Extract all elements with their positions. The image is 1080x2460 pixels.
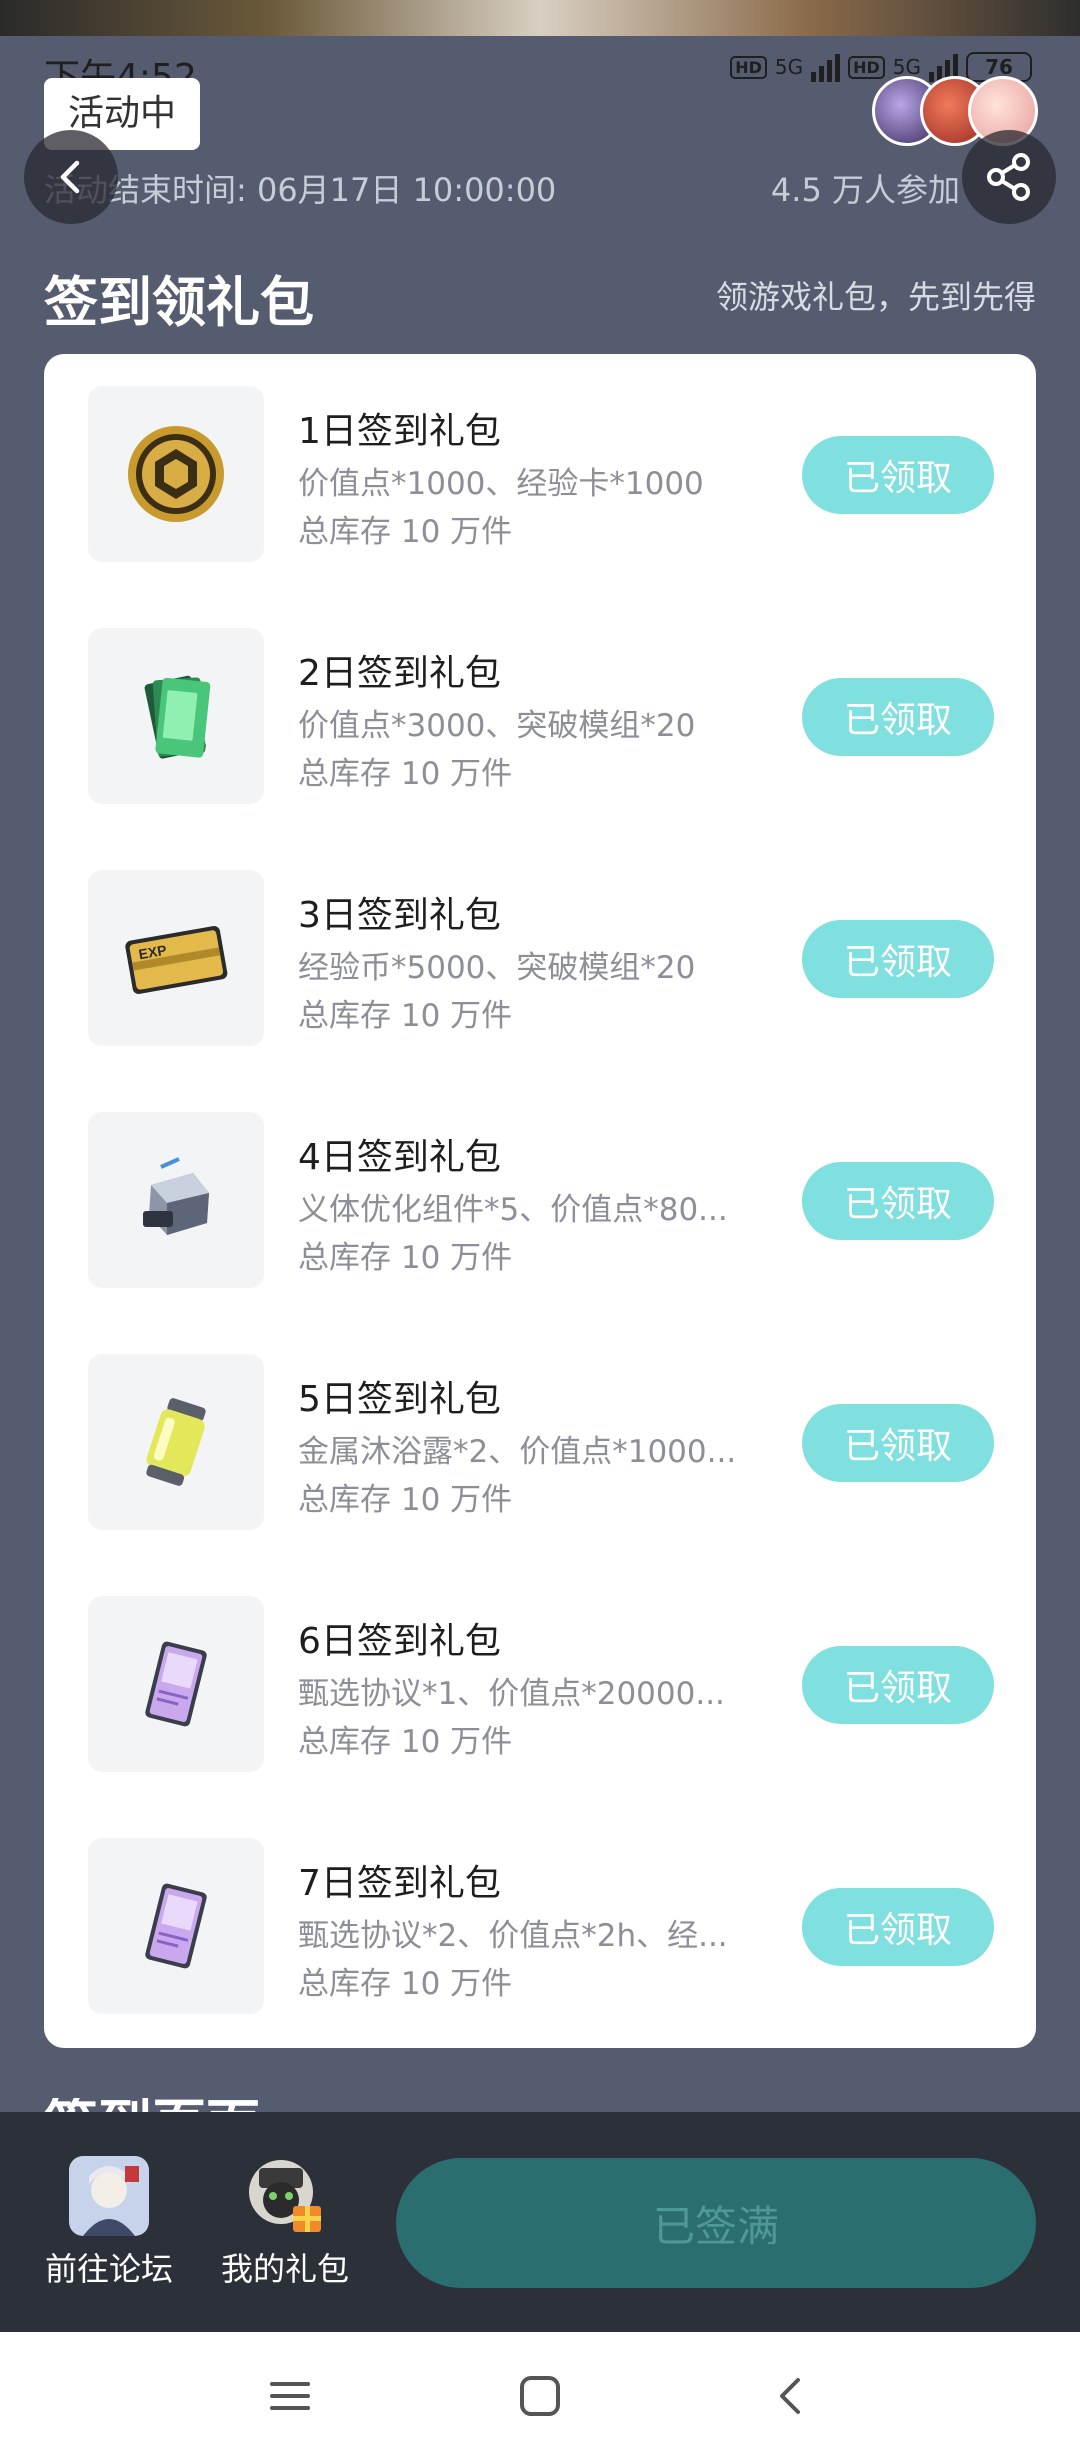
gift-title: 5日签到礼包 [298, 1379, 501, 1420]
menu-icon [270, 2382, 310, 2410]
forum-link[interactable]: 前往论坛 [34, 2156, 184, 2290]
gift-description: 经验币*5000、突破模组*20 [298, 950, 696, 986]
gift-stock: 总库存 10 万件 [298, 514, 513, 550]
green-card-stack-icon [144, 675, 211, 759]
gift-title: 6日签到礼包 [298, 1621, 501, 1662]
gift-row-day7: 7日签到礼包 甄选协议*2、价值点*2h、经... 总库存 10 万件 已领取 [44, 1806, 1036, 2048]
back-button[interactable] [24, 130, 118, 224]
gift-title: 4日签到礼包 [298, 1137, 501, 1178]
share-button[interactable] [962, 130, 1056, 224]
gift-description: 甄选协议*2、价值点*2h、经... [298, 1918, 728, 1954]
signal-icon [811, 52, 841, 82]
claimed-button[interactable]: 已领取 [802, 1404, 994, 1482]
gift-row-day1: 1日签到礼包 价值点*1000、经验卡*1000 总库存 10 万件 已领取 [44, 354, 1036, 596]
hd-icon-2: HD [848, 55, 885, 79]
gift-thumb [88, 1596, 264, 1772]
gift-thumb [88, 1838, 264, 2014]
bottom-action-bar: 前往论坛 我的礼包 已签满 [0, 2112, 1080, 2332]
home-square-icon [520, 2376, 560, 2416]
gift-stock: 总库存 10 万件 [298, 1482, 513, 1518]
my-gifts-link[interactable]: 我的礼包 [210, 2156, 360, 2290]
gift-thumb [88, 1112, 264, 1288]
forum-icon [69, 2156, 149, 2236]
gift-thumb [88, 1354, 264, 1530]
section-title: 签到领礼包 [44, 271, 314, 334]
hd-icon: HD [730, 55, 767, 79]
back-triangle-icon [780, 2378, 800, 2414]
gift-stock: 总库存 10 万件 [298, 1966, 513, 2002]
gift-row-day6: 6日签到礼包 甄选协议*1、价值点*20000... 总库存 10 万件 已领取 [44, 1564, 1036, 1806]
exp-card-icon: EXP [125, 925, 228, 994]
menu-button[interactable] [260, 2366, 320, 2426]
gift-description: 价值点*1000、经验卡*1000 [298, 466, 704, 502]
gift-description: 金属沐浴露*2、价值点*1000... [298, 1434, 737, 1470]
gift-stock: 总库存 10 万件 [298, 756, 513, 792]
gift-thumb [88, 628, 264, 804]
gift-list-card: 1日签到礼包 价值点*1000、经验卡*1000 总库存 10 万件 已领取 2… [44, 354, 1036, 2048]
network-label: 5G [774, 55, 804, 79]
gift-row-day5: 5日签到礼包 金属沐浴露*2、价值点*1000... 总库存 10 万件 已领取 [44, 1322, 1036, 1564]
system-back-button[interactable] [760, 2366, 820, 2426]
gift-thumb [88, 386, 264, 562]
gift-row-day4: 4日签到礼包 义体优化组件*5、价值点*80... 总库存 10 万件 已领取 [44, 1080, 1036, 1322]
claimed-button[interactable]: 已领取 [802, 1888, 994, 1966]
forum-label: 前往论坛 [44, 2250, 173, 2288]
chevron-left-icon [60, 160, 80, 194]
gift-stock: 总库存 10 万件 [298, 1724, 513, 1760]
signed-full-button[interactable]: 已签满 [396, 2158, 1036, 2288]
canister-icon [146, 1398, 206, 1486]
mech-component-icon [143, 1157, 209, 1235]
gift-row-day3: EXP 3日签到礼包 经验币*5000、突破模组*20 总库存 10 万件 已领… [44, 838, 1036, 1080]
claimed-button[interactable]: 已领取 [802, 678, 994, 756]
protocol-card-icon [145, 1641, 207, 1727]
gift-description: 甄选协议*1、价值点*20000... [298, 1676, 725, 1712]
claimed-button[interactable]: 已领取 [802, 436, 994, 514]
gift-description: 价值点*3000、突破模组*20 [298, 708, 696, 744]
gift-title: 7日签到礼包 [298, 1863, 501, 1904]
claimed-button[interactable]: 已领取 [802, 1646, 994, 1724]
gift-stock: 总库存 10 万件 [298, 998, 513, 1034]
claimed-button[interactable]: 已领取 [802, 1162, 994, 1240]
gift-box-icon [245, 2156, 325, 2236]
my-gifts-label: 我的礼包 [220, 2250, 349, 2288]
gift-description: 义体优化组件*5、价值点*80... [298, 1192, 728, 1228]
participant-count: 4.5 万人参加 [770, 171, 960, 209]
gift-title: 1日签到礼包 [298, 411, 501, 452]
gift-title: 2日签到礼包 [298, 653, 501, 694]
home-button[interactable] [510, 2366, 570, 2426]
gold-coin-icon [128, 426, 224, 522]
protocol-card-icon [145, 1883, 207, 1969]
gift-stock: 总库存 10 万件 [298, 1240, 513, 1276]
section-subtitle: 领游戏礼包，先到先得 [715, 278, 1036, 316]
gift-thumb: EXP [88, 870, 264, 1046]
gift-row-day2: 2日签到礼包 价值点*3000、突破模组*20 总库存 10 万件 已领取 [44, 596, 1036, 838]
gift-title: 3日签到礼包 [298, 895, 501, 936]
claimed-button[interactable]: 已领取 [802, 920, 994, 998]
next-section-title: 签到页面 [44, 2098, 260, 2112]
hero-banner [0, 0, 1080, 36]
system-nav-bar [0, 2332, 1080, 2460]
activity-end-time: 活动结束时间: 06月17日 10:00:00 [44, 171, 557, 209]
share-icon [987, 153, 1030, 201]
